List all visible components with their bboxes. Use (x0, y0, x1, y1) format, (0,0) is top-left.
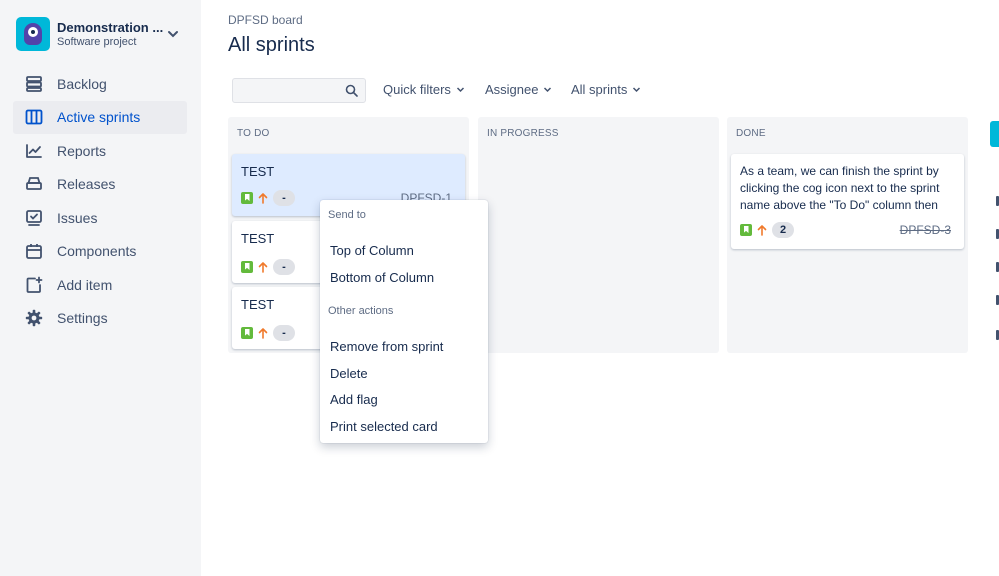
card-title: TEST (241, 297, 275, 312)
backlog-icon (26, 75, 42, 92)
card-title: TEST (241, 231, 275, 246)
column-header: TO DO (237, 128, 270, 139)
card-meta: 2 (740, 222, 794, 238)
sidebar-item-issues[interactable]: Issues (13, 201, 187, 235)
board-icon (25, 109, 43, 125)
sprints-dropdown[interactable]: All sprints (571, 82, 641, 97)
menu-item-add-flag[interactable]: Add flag (330, 392, 378, 407)
priority-up-icon (258, 328, 268, 339)
sidebar-item-backlog[interactable]: Backlog (13, 67, 187, 101)
menu-item-remove-from-sprint[interactable]: Remove from sprint (330, 339, 443, 354)
sidebar-item-reports[interactable]: Reports (13, 134, 187, 168)
components-icon (26, 244, 42, 260)
sidebar-item-components[interactable]: Components (13, 235, 187, 269)
chevron-down-icon (544, 87, 552, 93)
column-header: DONE (736, 128, 766, 139)
sidebar-nav: Backlog Active sprints Reports Releases … (13, 67, 187, 335)
issue-key[interactable]: DPFSD-3 (900, 223, 951, 237)
project-name: Demonstration ... (57, 20, 164, 35)
assignee-dropdown[interactable]: Assignee (485, 82, 552, 97)
sidebar-item-label: Issues (57, 209, 98, 226)
card-title: As a team, we can finish the sprint by c… (740, 164, 940, 212)
estimate-badge: - (273, 325, 295, 341)
sidebar-item-label: Add item (57, 276, 113, 293)
sidebar: Demonstration ... Software project Backl… (0, 0, 201, 576)
estimate-badge: - (273, 190, 295, 206)
search-input[interactable] (232, 78, 366, 103)
story-icon (241, 261, 253, 273)
menu-heading-other-actions: Other actions (328, 305, 394, 317)
card-meta: - (241, 259, 295, 275)
detail-panel-edge[interactable] (986, 117, 999, 576)
story-icon (241, 192, 253, 204)
breadcrumb[interactable]: DPFSD board (228, 13, 303, 27)
chevron-down-icon (633, 87, 641, 93)
priority-up-icon (757, 225, 767, 236)
issue-card[interactable]: As a team, we can finish the sprint by c… (731, 154, 964, 249)
card-meta: - (241, 325, 295, 341)
sidebar-item-active-sprints[interactable]: Active sprints (13, 100, 187, 134)
column-in-progress: IN PROGRESS (478, 117, 719, 353)
card-context-menu: Send to Top of Column Bottom of Column O… (320, 200, 488, 443)
chevron-down-icon[interactable] (166, 27, 180, 41)
sidebar-item-label: Reports (57, 142, 107, 159)
sidebar-item-add-item[interactable]: Add item (13, 268, 187, 302)
sprints-label: All sprints (571, 82, 628, 97)
estimate-badge: 2 (772, 222, 794, 238)
sidebar-item-label: Settings (57, 310, 108, 327)
add-item-icon (26, 276, 43, 293)
assignee-label: Assignee (485, 82, 539, 97)
card-title: TEST (241, 164, 275, 179)
menu-item-top-of-column[interactable]: Top of Column (330, 243, 414, 258)
search-icon (345, 84, 358, 97)
story-icon (241, 327, 253, 339)
menu-item-delete[interactable]: Delete (330, 366, 368, 381)
quick-filters-dropdown[interactable]: Quick filters (383, 82, 465, 97)
sidebar-item-settings[interactable]: Settings (13, 302, 187, 336)
sidebar-item-label: Releases (57, 176, 116, 193)
column-done: DONE As a team, we can finish the sprint… (727, 117, 968, 353)
project-avatar (16, 17, 50, 51)
issues-icon (26, 209, 42, 226)
gear-icon (25, 310, 43, 327)
sidebar-item-label: Backlog (57, 75, 107, 92)
card-meta: - (241, 190, 295, 206)
estimate-badge: - (273, 259, 295, 275)
column-header: IN PROGRESS (487, 128, 559, 139)
page-title: All sprints (228, 34, 315, 56)
story-icon (740, 224, 752, 236)
reports-icon (26, 143, 42, 158)
priority-up-icon (258, 193, 268, 204)
menu-item-bottom-of-column[interactable]: Bottom of Column (330, 270, 434, 285)
sidebar-item-label: Active sprints (57, 109, 141, 126)
menu-heading-send-to: Send to (328, 209, 366, 221)
menu-item-print-selected-card[interactable]: Print selected card (330, 419, 438, 434)
project-switcher[interactable]: Demonstration ... Software project (16, 16, 186, 52)
project-type: Software project (57, 36, 137, 48)
sidebar-item-label: Components (57, 243, 137, 260)
priority-up-icon (258, 262, 268, 273)
sidebar-item-releases[interactable]: Releases (13, 168, 187, 202)
releases-icon (26, 177, 42, 191)
avatar (990, 121, 999, 147)
quick-filters-label: Quick filters (383, 82, 451, 97)
chevron-down-icon (456, 87, 464, 93)
